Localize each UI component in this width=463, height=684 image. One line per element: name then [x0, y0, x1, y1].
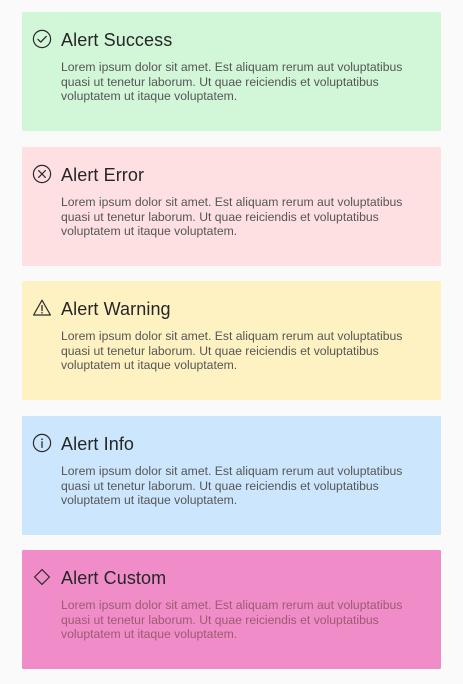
alert-custom: Alert Custom Lorem ipsum dolor sit amet.… [22, 550, 441, 669]
alert-description: Lorem ipsum dolor sit amet. Est aliquam … [61, 60, 403, 104]
alert-info: Alert Info Lorem ipsum dolor sit amet. E… [22, 416, 441, 535]
alert-title: Alert Info [61, 434, 135, 454]
alert-warning: Alert Warning Lorem ipsum dolor sit amet… [22, 281, 441, 400]
alert-description: Lorem ipsum dolor sit amet. Est aliquam … [61, 329, 403, 373]
alert-description: Lorem ipsum dolor sit amet. Est aliquam … [61, 464, 403, 508]
alert-success: Alert Success Lorem ipsum dolor sit amet… [22, 12, 441, 131]
alert-description: Lorem ipsum dolor sit amet. Est aliquam … [61, 195, 403, 239]
alert-list: Alert Success Lorem ipsum dolor sit amet… [0, 0, 463, 684]
diamond-icon [34, 569, 50, 585]
alert-error: Alert Error Lorem ipsum dolor sit amet. … [22, 147, 441, 266]
x-circle-icon [32, 164, 52, 184]
alert-description: Lorem ipsum dolor sit amet. Est aliquam … [61, 598, 403, 642]
alert-title: Alert Warning [61, 299, 171, 319]
info-circle-icon [32, 433, 52, 453]
check-circle-icon [32, 29, 52, 49]
alert-title: Alert Error [61, 165, 145, 185]
warning-triangle-icon [33, 299, 51, 316]
alert-title: Alert Custom [61, 568, 167, 588]
alert-title: Alert Success [61, 30, 173, 50]
